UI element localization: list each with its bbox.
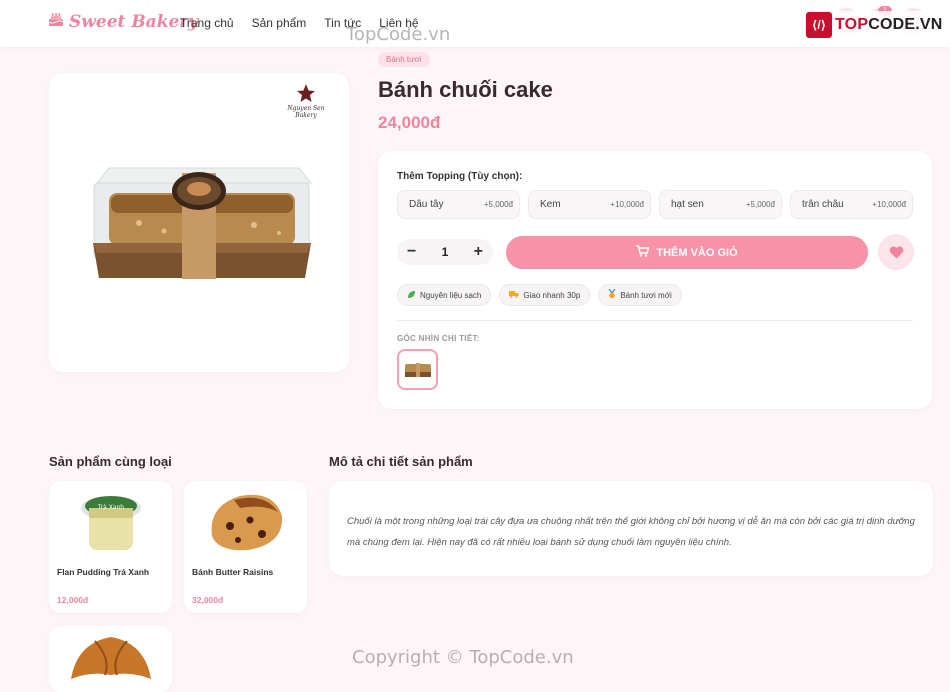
topping-list: Dâu tây +5,000đ Kem +10,000đ hạt sen +5,… (397, 190, 913, 219)
feature-badge: Nguyên liệu sạch (397, 284, 492, 306)
croissant-image (70, 637, 151, 679)
quantity-value[interactable]: 1 (442, 245, 449, 259)
logo-text: Sweet Bakery (69, 12, 199, 32)
increase-button[interactable]: + (474, 244, 483, 260)
feature-badge: Bánh tươi mới (598, 284, 682, 306)
topping-option[interactable]: hạt sen +5,000đ (659, 190, 782, 219)
detail-view-label: GÓC NHÌN CHI TIẾT: (397, 334, 480, 343)
topcode-brand-watermark: ⟨/⟩ TOPCODE.VN (803, 11, 946, 39)
feature-list: Nguyên liệu sạch Giao nhanh 30p Bánh tươ… (397, 284, 682, 306)
watermark-text: TopCode.vn (346, 24, 451, 45)
related-product-card[interactable] (49, 626, 172, 692)
product-price: 24,000đ (378, 113, 441, 132)
related-product-name: Flan Pudding Trà Xanh (57, 567, 150, 577)
description-title: Mô tả chi tiết sản phẩm (329, 454, 473, 469)
topping-option[interactable]: Dâu tây +5,000đ (397, 190, 520, 219)
related-product-card[interactable]: Trà Xanh Flan Pudding Trà Xanh 12,000đ (49, 481, 172, 613)
cart-icon (636, 245, 650, 260)
decrease-button[interactable]: − (407, 244, 416, 260)
thumbnail-image[interactable] (397, 349, 438, 390)
topping-price: +10,000đ (872, 200, 906, 209)
category-badge: Bánh tươi (378, 52, 430, 67)
product-thumbnail (49, 626, 172, 692)
related-product-name: Bánh Butter Raisins (192, 567, 274, 577)
topcode-brand-text: TOPCODE.VN (835, 16, 943, 33)
truck-icon (509, 290, 519, 300)
matcha-flan-image: Trà Xanh (80, 496, 141, 550)
logo[interactable]: Sweet Bakery (48, 12, 198, 32)
topcode-logo-icon: ⟨/⟩ (806, 12, 832, 38)
svg-text:Trà Xanh: Trà Xanh (96, 504, 123, 511)
description-text: Chuối là một trong những loại trái cây đ… (347, 516, 915, 548)
add-to-cart-label: THÊM VÀO GIỎ (656, 246, 738, 259)
divider (397, 320, 913, 321)
header: Sweet Bakery Trang chủ Sản phẩm Tin tức … (0, 0, 950, 47)
star-logo-icon (297, 84, 315, 102)
related-title: Sản phẩm cùng loại (49, 454, 172, 469)
topping-option[interactable]: Kem +10,000đ (528, 190, 651, 219)
product-title: Bánh chuối cake (378, 77, 553, 102)
butter-raisin-cake-image (211, 494, 282, 551)
topping-option[interactable]: trân châu +10,000đ (790, 190, 913, 219)
topping-price: +5,000đ (745, 200, 775, 209)
related-product-card[interactable]: Bánh Butter Raisins 32,000đ (184, 481, 307, 613)
feature-badge: Giao nhanh 30p (499, 284, 591, 306)
topping-price: +10,000đ (610, 200, 644, 209)
banana-cake-thumb (404, 362, 431, 377)
nav-home[interactable]: Trang chủ (180, 16, 234, 30)
related-product-price: 12,000đ (57, 595, 89, 605)
topping-price: +5,000đ (483, 200, 513, 209)
add-to-cart-button[interactable]: THÊM VÀO GIỎ (506, 236, 868, 269)
nav-products[interactable]: Sản phẩm (252, 16, 307, 30)
cake-icon (48, 12, 64, 32)
copyright-watermark: Copyright © TopCode.vn (352, 647, 574, 668)
nguyen-sen-logo: Nguyen Sen Bakery (283, 83, 329, 119)
medal-icon (608, 288, 616, 301)
favorite-button[interactable] (878, 234, 914, 270)
heart-icon (889, 246, 903, 258)
topping-name: Dâu tây (409, 199, 444, 210)
topping-name: Kem (540, 199, 561, 210)
topping-name: trân châu (802, 199, 844, 210)
quantity-stepper: − 1 + (397, 239, 493, 265)
related-product-price: 32,000đ (192, 595, 224, 605)
product-thumbnail: Trà Xanh (49, 481, 172, 561)
product-thumbnail (184, 481, 307, 561)
topping-name: hạt sen (671, 199, 704, 210)
topping-label: Thêm Topping (Tùy chọn): (397, 171, 523, 182)
leaf-icon (407, 290, 416, 301)
